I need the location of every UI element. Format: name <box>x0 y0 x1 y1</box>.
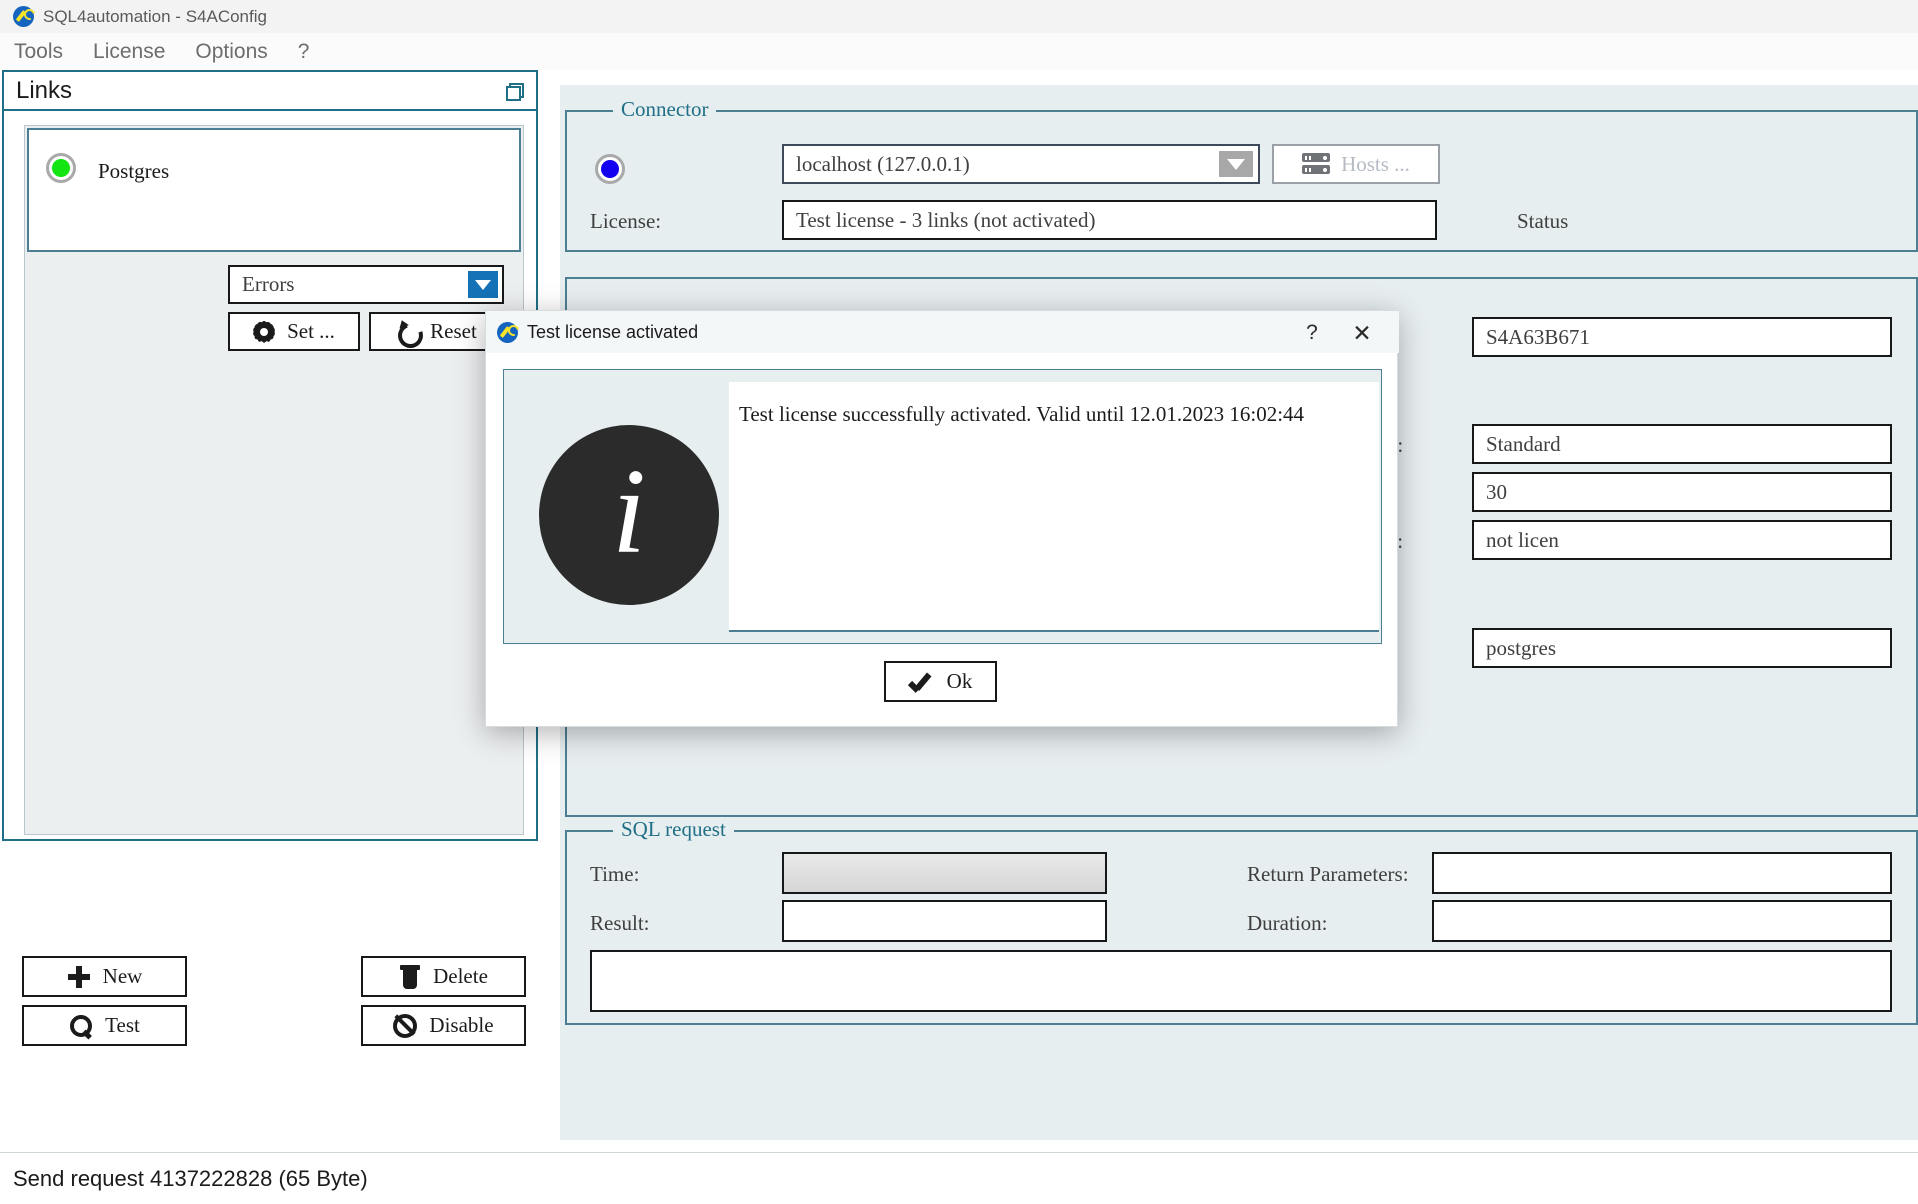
menubar: Tools License Options ? <box>0 33 1918 70</box>
link-type-field[interactable]: Standard <box>1472 424 1892 464</box>
menu-item-help[interactable]: ? <box>294 39 314 65</box>
reset-button[interactable]: Reset <box>369 312 504 351</box>
refresh-icon <box>396 321 418 343</box>
sql-request-group: SQL request Time: Result: Return Paramet… <box>565 817 1918 1025</box>
link-name-label: Postgres <box>98 159 170 183</box>
sql-duration-label: Duration: <box>1247 911 1328 935</box>
host-value: localhost (127.0.0.1) <box>796 151 970 176</box>
links-panel-body: Postgres Errors Set ... Reset New Test D… <box>2 111 538 1046</box>
host-select[interactable]: localhost (127.0.0.1) <box>782 144 1260 184</box>
hosts-button[interactable]: Hosts ... <box>1272 144 1440 184</box>
dialog-title: Test license activated <box>527 321 699 342</box>
magnifier-icon <box>69 1014 93 1038</box>
link-state-value: not licen <box>1486 527 1559 552</box>
status-label: Status <box>1517 209 1569 233</box>
link-key-value: S4A63B671 <box>1486 324 1590 349</box>
sql-time-field <box>782 852 1107 894</box>
plus-icon <box>67 965 91 989</box>
hosts-button-label: Hosts ... <box>1341 151 1410 176</box>
wrench-icon <box>13 6 34 27</box>
connector-group: Connector localhost (127.0.0.1) Hosts ..… <box>565 97 1918 252</box>
disable-button-label: Disable <box>429 1013 494 1037</box>
links-panel-title: Links <box>16 76 73 104</box>
link-type-value: Standard <box>1486 431 1561 456</box>
license-value-field: Test license - 3 links (not activated) <box>782 200 1437 240</box>
statusbar: Send request 4137222828 (65 Byte) <box>0 1152 1918 1204</box>
dialog-content: i Test license successfully activated. V… <box>503 369 1382 644</box>
menu-item-license[interactable]: License <box>89 39 169 65</box>
links-list <box>24 125 524 835</box>
license-value: Test license - 3 links (not activated) <box>796 207 1096 232</box>
application-window: SQL4automation - S4AConfig Tools License… <box>0 0 1918 1204</box>
info-glyph: i <box>612 444 646 579</box>
sql-return-parameters-field <box>1432 852 1892 894</box>
connector-status-led <box>595 154 625 184</box>
disable-button[interactable]: Disable <box>361 1005 526 1046</box>
window-titlebar: SQL4automation - S4AConfig <box>0 0 1918 33</box>
link-errors-value: Errors <box>242 272 295 296</box>
link-errors-select[interactable]: Errors <box>228 265 504 304</box>
reset-button-label: Reset <box>430 319 477 343</box>
dialog-titlebar: Test license activated ? ✕ <box>486 311 1399 353</box>
new-button[interactable]: New <box>22 956 187 997</box>
chevron-down-icon[interactable] <box>1219 151 1253 177</box>
sql-request-legend: SQL request <box>613 817 734 842</box>
connector-legend: Connector <box>613 97 717 122</box>
link-key-field[interactable]: S4A63B671 <box>1472 317 1892 357</box>
sql-duration-field <box>1432 900 1892 942</box>
link-database-value: postgres <box>1486 635 1556 660</box>
prohibition-icon <box>393 1013 418 1038</box>
sql-time-label: Time: <box>590 862 640 886</box>
chevron-down-icon[interactable] <box>468 271 498 298</box>
help-button[interactable]: ? <box>1297 320 1327 346</box>
link-database-field[interactable]: postgres <box>1472 628 1892 668</box>
set-button[interactable]: Set ... <box>228 312 360 351</box>
window-title: SQL4automation - S4AConfig <box>43 6 267 26</box>
sql-result-field <box>782 900 1107 942</box>
delete-button-label: Delete <box>433 964 488 988</box>
link-status-led <box>46 153 76 183</box>
sql-return-parameters-label: Return Parameters: <box>1247 862 1409 886</box>
license-activated-dialog: Test license activated ? ✕ i Test licens… <box>485 310 1399 727</box>
set-button-label: Set ... <box>287 319 335 343</box>
link-state-field: not licen <box>1472 520 1892 560</box>
links-panel-header: Links <box>2 70 538 111</box>
link-timeout-value: 30 <box>1486 479 1507 504</box>
dialog-message: Test license successfully activated. Val… <box>729 382 1379 632</box>
ok-button[interactable]: Ok <box>884 661 997 702</box>
new-button-label: New <box>102 964 143 988</box>
test-button[interactable]: Test <box>22 1005 187 1046</box>
check-icon <box>909 671 935 693</box>
wrench-icon <box>497 321 518 343</box>
sql-output-field <box>590 950 1892 1012</box>
test-button-label: Test <box>105 1013 140 1037</box>
menu-item-options[interactable]: Options <box>191 39 271 65</box>
sql-result-label: Result: <box>590 911 650 935</box>
list-item[interactable] <box>27 128 521 252</box>
trash-icon <box>399 964 421 989</box>
info-icon: i <box>539 425 719 605</box>
delete-button[interactable]: Delete <box>361 956 526 997</box>
statusbar-text: Send request 4137222828 (65 Byte) <box>13 1165 368 1191</box>
close-icon[interactable]: ✕ <box>1347 320 1377 346</box>
ok-button-label: Ok <box>946 669 973 693</box>
server-rack-icon <box>1302 153 1331 175</box>
restore-window-icon[interactable] <box>506 82 524 101</box>
license-label: License: <box>590 209 662 233</box>
link-timeout-field[interactable]: 30 <box>1472 472 1892 512</box>
gear-icon <box>253 321 275 343</box>
menu-item-tools[interactable]: Tools <box>10 39 67 65</box>
